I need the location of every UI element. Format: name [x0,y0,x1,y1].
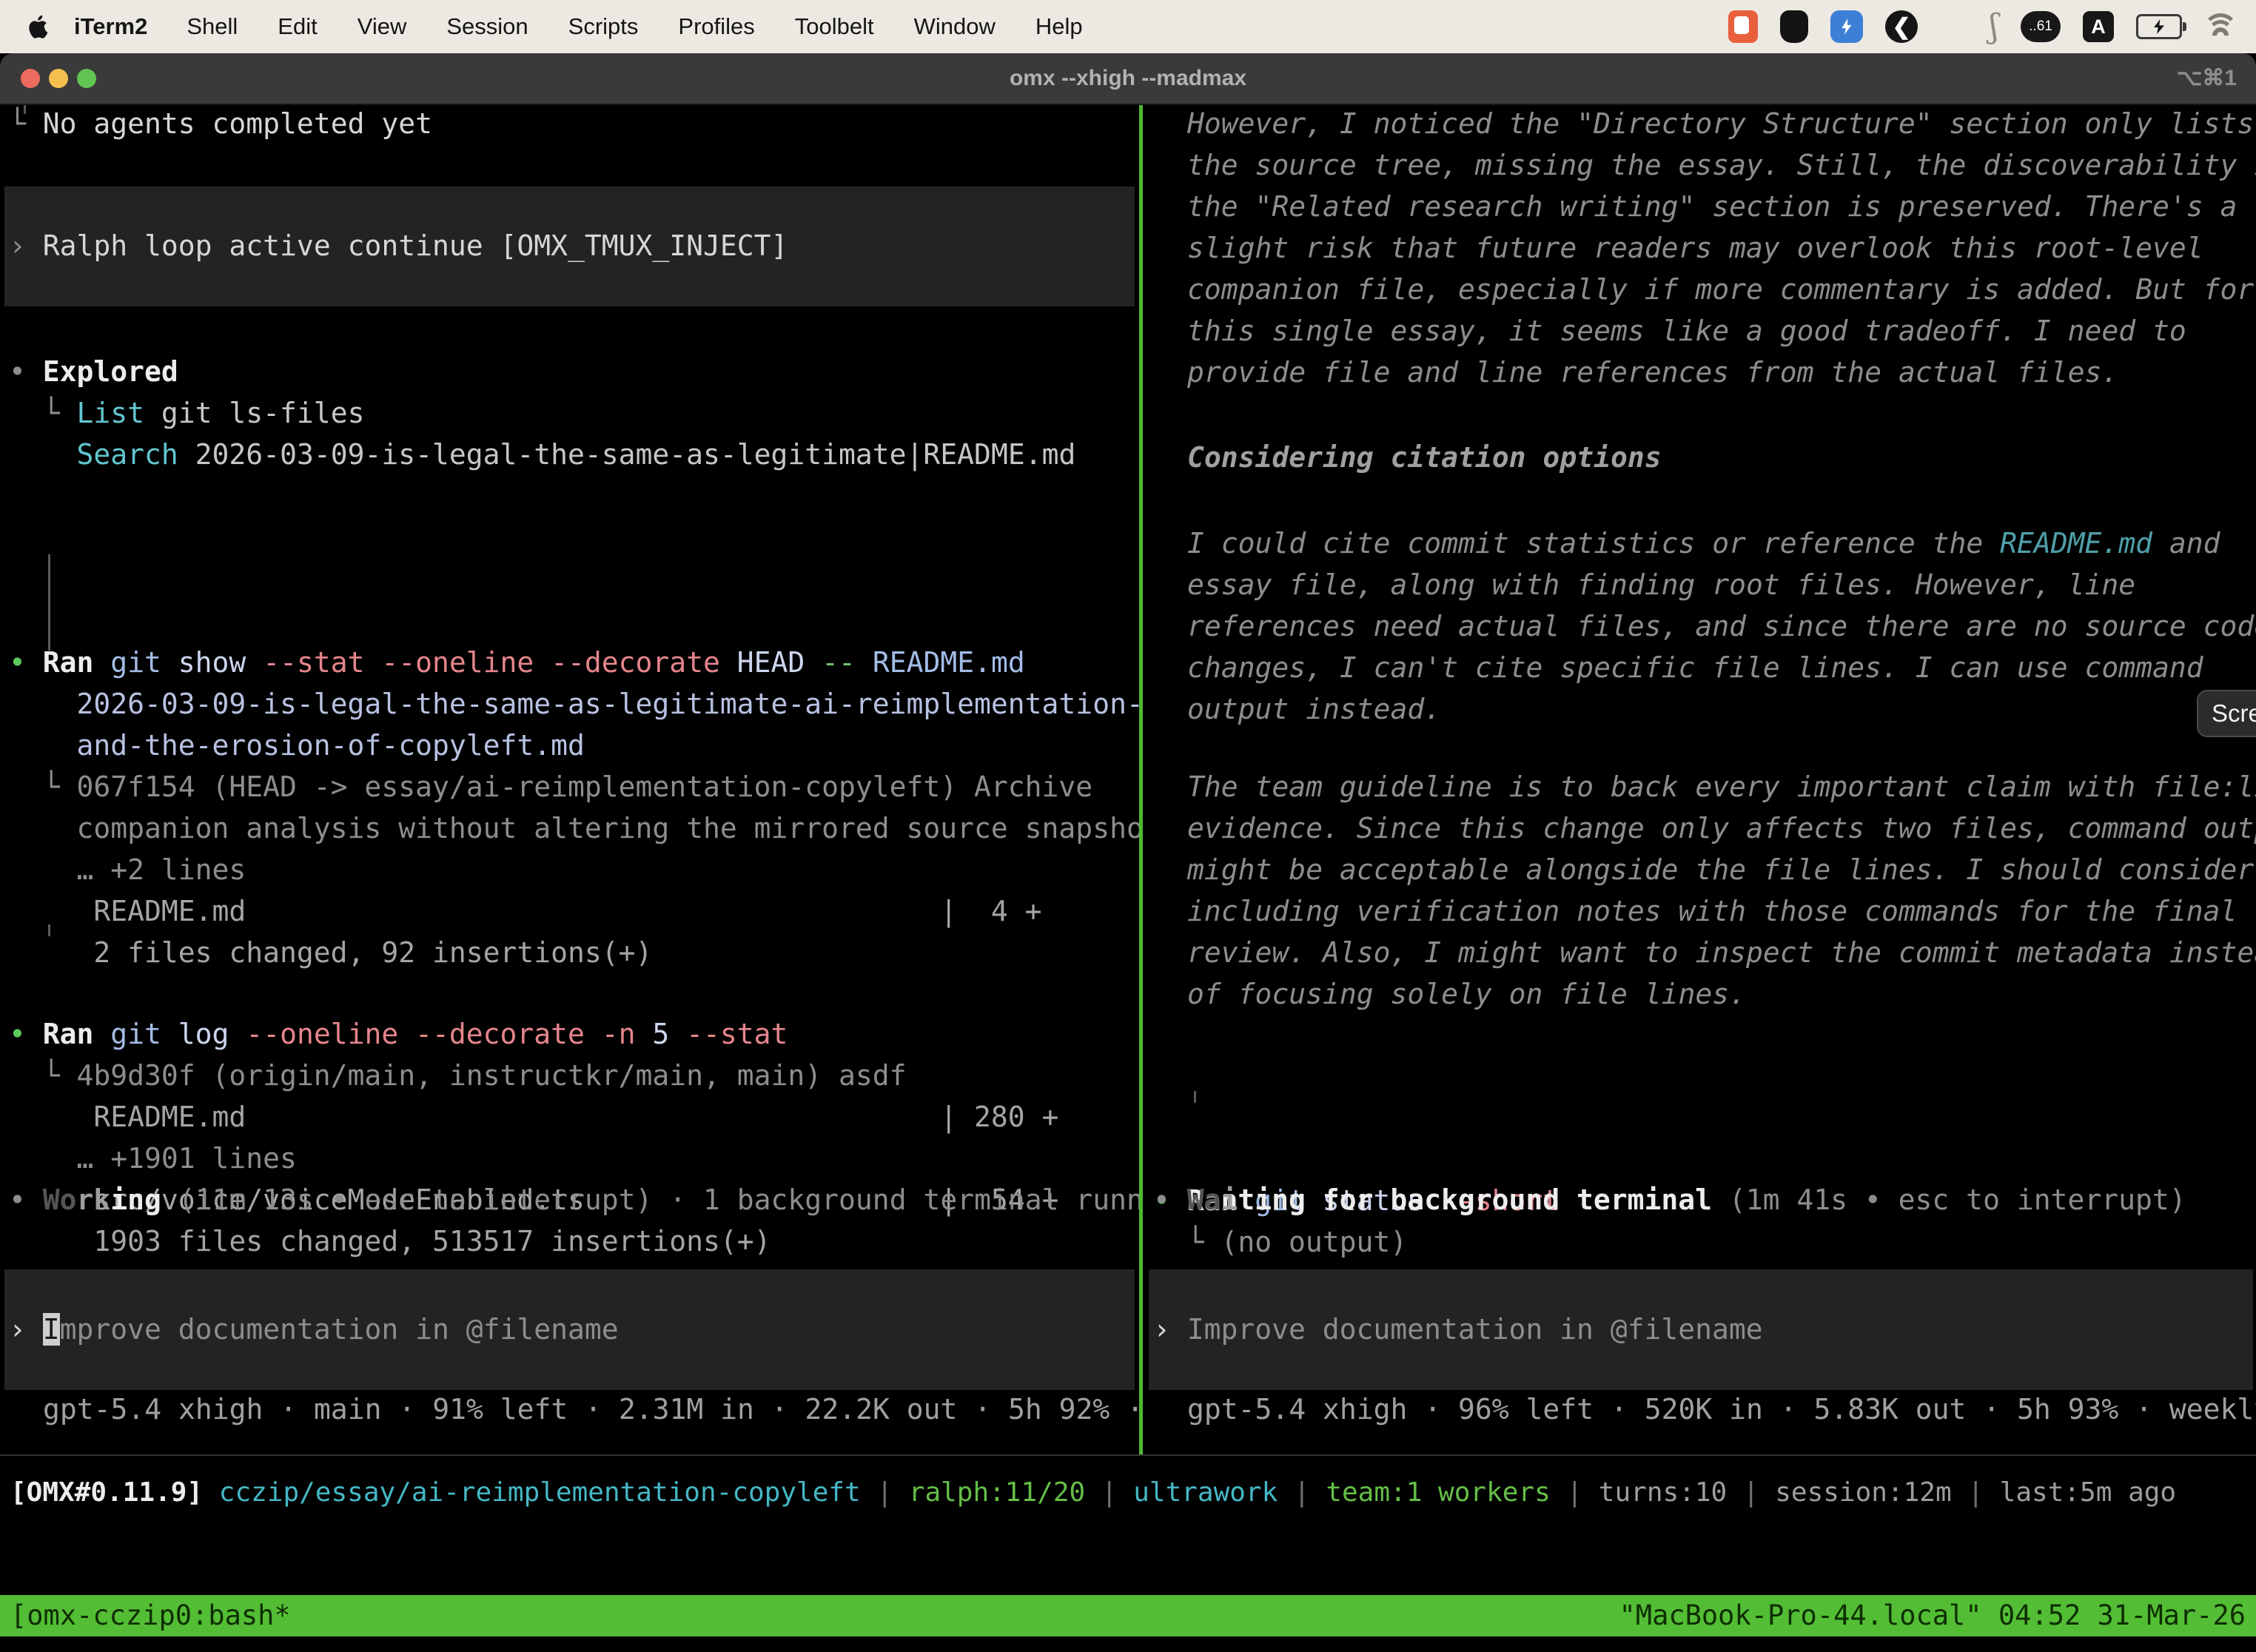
session-stats-left: gpt-5.4 xhigh · main · 91% left · 2.31M … [9,1389,1139,1430]
menu-item-help[interactable]: Help [1015,13,1103,40]
menu-item-shell[interactable]: Shell [167,13,258,40]
terminal-content: └ No agents completed yet › Ralph loop a… [0,105,2256,1652]
menu-item-session[interactable]: Session [426,13,548,40]
reasoning-paragraph-2: I could cite commit statistics or refere… [1187,523,2256,730]
reasoning-heading: Considering citation options [1187,437,1662,478]
status-separator [0,1454,2256,1456]
session-stats-right: gpt-5.4 xhigh · 96% left · 520K in · 5.8… [1153,1389,2256,1430]
shield-grid-icon[interactable] [1780,10,1808,43]
apple-menu-icon[interactable] [28,15,47,38]
tmux-host-clock: "MacBook-Pro-44.local" 04:52 31-Mar-26 [1619,1595,2246,1636]
inject-banner-text: › Ralph loop active continue [OMX_TMUX_I… [9,225,1139,266]
reasoning-paragraph-3: The team guideline is to back every impo… [1187,766,2256,1015]
prompt-input-left-text: › Improve documentation in @filename [9,1309,1139,1350]
dots-grid-icon[interactable] [1940,13,1967,41]
git-status-block: • Ran git status --short └ (no output) [1153,1055,1560,1263]
reasoning-paragraph-1: However, I noticed the "Directory Struct… [1187,105,2256,393]
prompt-input-right-text: › Improve documentation in @filename [1153,1309,2256,1350]
left-terminal-pane[interactable]: └ No agents completed yet › Ralph loop a… [0,105,1139,1454]
menu-item-window[interactable]: Window [894,13,1015,40]
prompt-input-right[interactable]: › Improve documentation in @filename [1149,1269,2253,1390]
screen-overlay-button[interactable]: Scre [2197,690,2256,737]
omx-status-bar: [OMX#0.11.9] cczip/essay/ai-reimplementa… [10,1471,2253,1514]
tmux-session-name: [omx-cczip0:bash* [10,1595,291,1636]
tmux-status-bar: [omx-cczip0:bash* "MacBook-Pro-44.local"… [0,1595,2256,1636]
tree-guide-line [1194,1091,1196,1103]
input-source-icon[interactable]: A [2083,11,2114,42]
agents-note: └ No agents completed yet [9,105,432,144]
tree-guide-line [48,554,50,651]
window-title-bar: omx --xhigh --madmax ⌥⌘1 [0,53,2256,105]
macos-menu-bar: iTerm2 ShellEditViewSessionScriptsProfil… [0,0,2256,53]
inject-banner: › Ralph loop active continue [OMX_TMUX_I… [4,187,1135,306]
prompt-input-left[interactable]: › Improve documentation in @filename [4,1269,1135,1390]
hook-icon[interactable]: ʃ [1990,10,1998,43]
screen-share-icon[interactable] [1728,10,1758,43]
battery-icon[interactable] [2136,14,2182,39]
menu-item-scripts[interactable]: Scripts [548,13,659,40]
crescent-app-icon[interactable]: ❮ [1885,10,1918,43]
right-terminal-pane[interactable]: However, I noticed the "Directory Struct… [1146,105,2256,1454]
pane-divider[interactable] [1139,105,1143,1454]
menu-item-toolbelt[interactable]: Toolbelt [775,13,894,40]
bolt-app-icon[interactable] [1830,10,1863,43]
wifi-icon[interactable] [2204,13,2237,40]
tree-guide-line [48,924,50,936]
menu-item-edit[interactable]: Edit [258,13,337,40]
window-shortcut-badge: ⌥⌘1 [2177,53,2237,104]
iterm-window: omx --xhigh --madmax ⌥⌘1 └ No agents com… [0,53,2256,1652]
menu-items: ShellEditViewSessionScriptsProfilesToolb… [167,13,1102,40]
menu-app-name[interactable]: iTerm2 [55,13,167,40]
menu-item-view[interactable]: View [338,13,427,40]
menu-status-icons: ❮ ʃ ..61 A [1728,10,2237,43]
menu-item-profiles[interactable]: Profiles [658,13,774,40]
window-title: omx --xhigh --madmax [0,53,2256,104]
waiting-status-line: • Waiting for background terminal (1m 41… [1153,1179,2186,1220]
battery-percent-badge[interactable]: ..61 [2021,11,2061,42]
explored-block: • Explored └ List git ls-files Search 20… [9,351,1075,475]
working-status-line: • Working (11m 13s • esc to interrupt) ·… [9,1179,1139,1220]
